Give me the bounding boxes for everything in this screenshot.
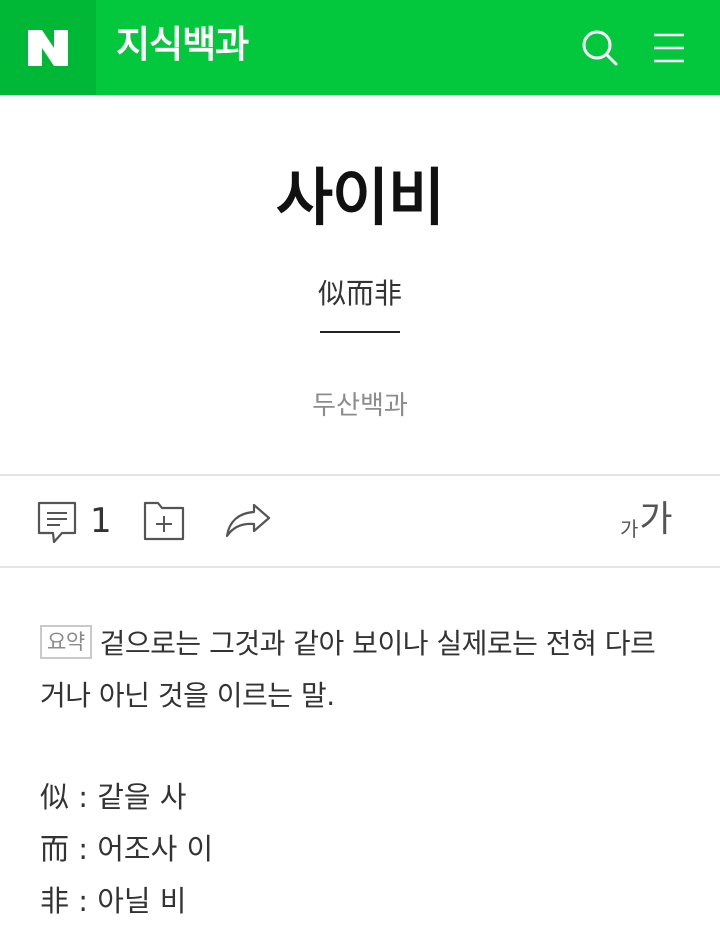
font-size-large-label: 가 xyxy=(639,499,673,540)
naver-logo[interactable] xyxy=(0,0,96,95)
hanja-line: 而 : 어조사 이 xyxy=(40,832,214,866)
menu-button[interactable] xyxy=(645,24,693,72)
top-header: 지식백과 xyxy=(0,0,720,95)
search-icon xyxy=(582,30,618,66)
hanja-breakdown: 似 : 같을 사 而 : 어조사 이 非 : 아닐 비 xyxy=(40,771,680,927)
comment-count[interactable]: 1 xyxy=(90,501,112,541)
entry-hanja: 似而非 xyxy=(317,277,402,310)
entry-title: 사이비 xyxy=(275,161,445,234)
hanja-line: 似 : 같을 사 xyxy=(40,780,187,814)
folder-add-icon xyxy=(143,501,185,541)
search-button[interactable] xyxy=(576,24,624,72)
service-title[interactable]: 지식백과 xyxy=(116,21,249,69)
summary-paragraph: 요약 겉으로는 그것과 같아 보이나 실제로는 전혀 다르거나 아닌 것을 이르는… xyxy=(40,618,680,722)
comment-icon xyxy=(37,501,77,544)
toolbar-divider-bottom xyxy=(0,566,720,568)
summary-badge: 요약 xyxy=(40,625,92,659)
share-icon xyxy=(225,503,271,538)
toolbar-divider-top xyxy=(0,474,720,476)
font-size-button[interactable]: 가 가 xyxy=(620,496,673,542)
page: 지식백과 사이비 似而非 두산백과 1 가 가 요약 겉으로는 그것과 같아 보… xyxy=(0,0,720,947)
hamburger-menu-icon xyxy=(654,33,684,63)
share-button[interactable] xyxy=(224,500,272,540)
title-underline xyxy=(320,331,400,333)
summary-text: 겉으로는 그것과 같아 보이나 실제로는 전혀 다르거나 아닌 것을 이르는 말… xyxy=(40,627,656,712)
naver-n-icon xyxy=(28,29,68,66)
entry-source[interactable]: 두산백과 xyxy=(0,389,720,423)
comment-button[interactable] xyxy=(36,500,78,546)
save-to-folder-button[interactable] xyxy=(142,500,186,542)
font-size-small-label: 가 xyxy=(620,517,639,541)
hanja-line: 非 : 아닐 비 xyxy=(40,884,187,918)
